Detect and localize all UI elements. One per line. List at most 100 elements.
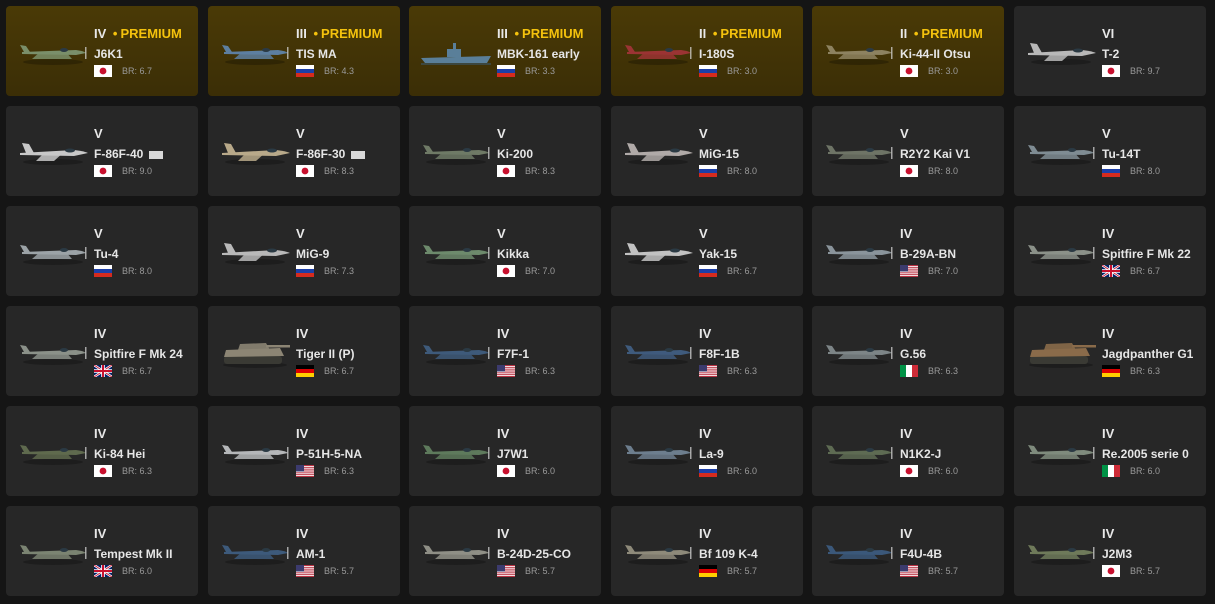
vehicle-card-mig-9[interactable]: V MiG-9 BR: 7.3	[208, 206, 400, 296]
usa-flag-icon	[296, 465, 314, 477]
vehicle-card-f-86f-30[interactable]: V F-86F-30 BR: 8.3	[208, 106, 400, 196]
battle-rating: BR: 8.3	[525, 166, 556, 176]
vehicle-rank: VI	[1102, 26, 1114, 41]
battle-rating: BR: 6.0	[928, 466, 959, 476]
rank-numeral: V	[94, 126, 103, 141]
vehicle-image	[1022, 32, 1100, 72]
vehicle-card-yak-15[interactable]: V Yak-15 BR: 6.7	[611, 206, 803, 296]
vehicle-card-n1k2-j[interactable]: IV N1K2-J BR: 6.0	[812, 406, 1004, 496]
vehicle-card-tis-ma[interactable]: III • PREMIUM TIS MA BR: 4.3	[208, 6, 400, 96]
vehicle-card-j6k1[interactable]: IV • PREMIUM J6K1 BR: 6.7	[6, 6, 198, 96]
vehicle-card-b-29a-bn[interactable]: IV B-29A-BN BR: 7.0	[812, 206, 1004, 296]
vehicle-card-spitfire-f-mk-24[interactable]: IV Spitfire F Mk 24 BR: 6.7	[6, 306, 198, 396]
battle-rating: BR: 3.3	[525, 66, 556, 76]
vehicle-name: F-86F-40	[94, 147, 163, 161]
vehicle-image	[216, 432, 294, 472]
vehicle-name: Tempest Mk II	[94, 547, 172, 561]
vehicle-image	[417, 332, 495, 372]
premium-label: PREMIUM	[120, 26, 182, 41]
vehicle-name-text: MBK-161 early	[497, 47, 580, 61]
vehicle-card-la-9[interactable]: IV La-9 BR: 6.0	[611, 406, 803, 496]
vehicle-card-i-180s[interactable]: II • PREMIUM I-180S BR: 3.0	[611, 6, 803, 96]
battle-rating: BR: 8.0	[122, 266, 153, 276]
battle-rating: BR: 6.3	[525, 366, 556, 376]
vehicle-rank: V	[699, 226, 708, 241]
vehicle-rank: IV	[900, 326, 912, 341]
vehicle-card-spitfire-f-mk-22[interactable]: IV Spitfire F Mk 22 BR: 6.7	[1014, 206, 1206, 296]
rank-numeral: IV	[497, 326, 510, 341]
vehicle-rank: IV	[1102, 226, 1114, 241]
rank-numeral: II	[699, 26, 707, 41]
vehicle-card-re-2005-serie-0[interactable]: IV Re.2005 serie 0 BR: 6.0	[1014, 406, 1206, 496]
vehicle-rank: IV	[1102, 326, 1114, 341]
vehicle-rank: III • PREMIUM	[497, 26, 583, 41]
rank-numeral: VI	[1102, 26, 1115, 41]
vehicle-name-text: Yak-15	[699, 247, 738, 261]
vehicle-card-ki-44-ii-otsu[interactable]: II • PREMIUM Ki-44-II Otsu BR: 3.0	[812, 6, 1004, 96]
vehicle-card-tu-14t[interactable]: V Tu-14T BR: 8.0	[1014, 106, 1206, 196]
battle-rating: BR: 6.7	[1130, 266, 1161, 276]
premium-label: PREMIUM	[522, 26, 584, 41]
vehicle-card-g-56[interactable]: IV G.56 BR: 6.3	[812, 306, 1004, 396]
rank-numeral: IV	[1102, 326, 1115, 341]
germany-flag-icon	[1102, 365, 1120, 377]
vehicle-name-text: Ki-200	[497, 147, 534, 161]
vehicle-card-tempest-mk-ii[interactable]: IV Tempest Mk II BR: 6.0	[6, 506, 198, 596]
vehicle-name: I-180S	[699, 47, 734, 61]
vehicle-name-text: Spitfire F Mk 22	[1102, 247, 1191, 261]
usa-flag-icon	[497, 565, 515, 577]
japan-flag-icon	[900, 165, 918, 177]
vehicle-card-jagdpanther-g1[interactable]: IV Jagdpanther G1 BR: 6.3	[1014, 306, 1206, 396]
vehicle-card-j7w1[interactable]: IV J7W1 BR: 6.0	[409, 406, 601, 496]
rank-numeral: IV	[94, 26, 107, 41]
vehicle-image	[14, 132, 92, 172]
rank-numeral: IV	[94, 426, 107, 441]
vehicle-name: J7W1	[497, 447, 528, 461]
vehicle-image	[14, 32, 92, 72]
vehicle-card-j2m3[interactable]: IV J2M3 BR: 5.7	[1014, 506, 1206, 596]
battle-rating: BR: 8.0	[928, 166, 959, 176]
vehicle-rank: V	[1102, 126, 1111, 141]
vehicle-name-text: T-2	[1102, 47, 1120, 61]
vehicle-rank: IV	[296, 326, 308, 341]
vehicle-name-text: Bf 109 K-4	[699, 547, 758, 561]
japan-flag-icon	[497, 265, 515, 277]
vehicle-image	[216, 332, 294, 372]
vehicle-name: La-9	[699, 447, 724, 461]
vehicle-name-text: F4U-4B	[900, 547, 943, 561]
vehicle-card-mig-15[interactable]: V MiG-15 BR: 8.0	[611, 106, 803, 196]
vehicle-rank: IV	[296, 526, 308, 541]
battle-rating: BR: 6.7	[122, 366, 153, 376]
vehicle-card-kikka[interactable]: V Kikka BR: 7.0	[409, 206, 601, 296]
vehicle-name-text: F7F-1	[497, 347, 530, 361]
vehicle-card-t-2[interactable]: VI T-2 BR: 9.7	[1014, 6, 1206, 96]
vehicle-rank: IV • PREMIUM	[94, 26, 182, 41]
vehicle-card-am-1[interactable]: IV AM-1 BR: 5.7	[208, 506, 400, 596]
vehicle-card-ki-84-hei[interactable]: IV Ki-84 Hei BR: 6.3	[6, 406, 198, 496]
vehicle-card-mbk-161-early[interactable]: III • PREMIUM MBK-161 early BR: 3.3	[409, 6, 601, 96]
battle-rating: BR: 7.0	[525, 266, 556, 276]
vehicle-card-b-24d-25-co[interactable]: IV B-24D-25-CO BR: 5.7	[409, 506, 601, 596]
vehicle-card-p-51h-5-na[interactable]: IV P-51H-5-NA BR: 6.3	[208, 406, 400, 496]
vehicle-name-text: F-86F-40	[94, 147, 144, 161]
vehicle-rank: IV	[1102, 526, 1114, 541]
vehicle-card-r2y2-kai-v1[interactable]: V R2Y2 Kai V1 BR: 8.0	[812, 106, 1004, 196]
vehicle-card-f7f-1[interactable]: IV F7F-1 BR: 6.3	[409, 306, 601, 396]
premium-label: PREMIUM	[921, 26, 983, 41]
vehicle-card-f4u-4b[interactable]: IV F4U-4B BR: 5.7	[812, 506, 1004, 596]
battle-rating: BR: 5.7	[525, 566, 556, 576]
vehicle-card-bf-109-k-4[interactable]: IV Bf 109 K-4 BR: 5.7	[611, 506, 803, 596]
vehicle-card-ki-200[interactable]: V Ki-200 BR: 8.3	[409, 106, 601, 196]
vehicle-card-f8f-1b[interactable]: IV F8F-1B BR: 6.3	[611, 306, 803, 396]
vehicle-card-f-86f-40[interactable]: V F-86F-40 BR: 9.0	[6, 106, 198, 196]
vehicle-card-tu-4[interactable]: V Tu-4 BR: 8.0	[6, 206, 198, 296]
vehicle-name-text: G.56	[900, 347, 927, 361]
vehicle-image	[417, 432, 495, 472]
russia-flag-icon	[699, 165, 717, 177]
vehicle-image	[14, 332, 92, 372]
vehicle-name: N1K2-J	[900, 447, 941, 461]
vehicle-card-tiger-ii-p-[interactable]: IV Tiger II (P) BR: 6.7	[208, 306, 400, 396]
vehicle-name: Spitfire F Mk 22	[1102, 247, 1191, 261]
japan-flag-icon	[900, 465, 918, 477]
rank-numeral: V	[900, 126, 909, 141]
